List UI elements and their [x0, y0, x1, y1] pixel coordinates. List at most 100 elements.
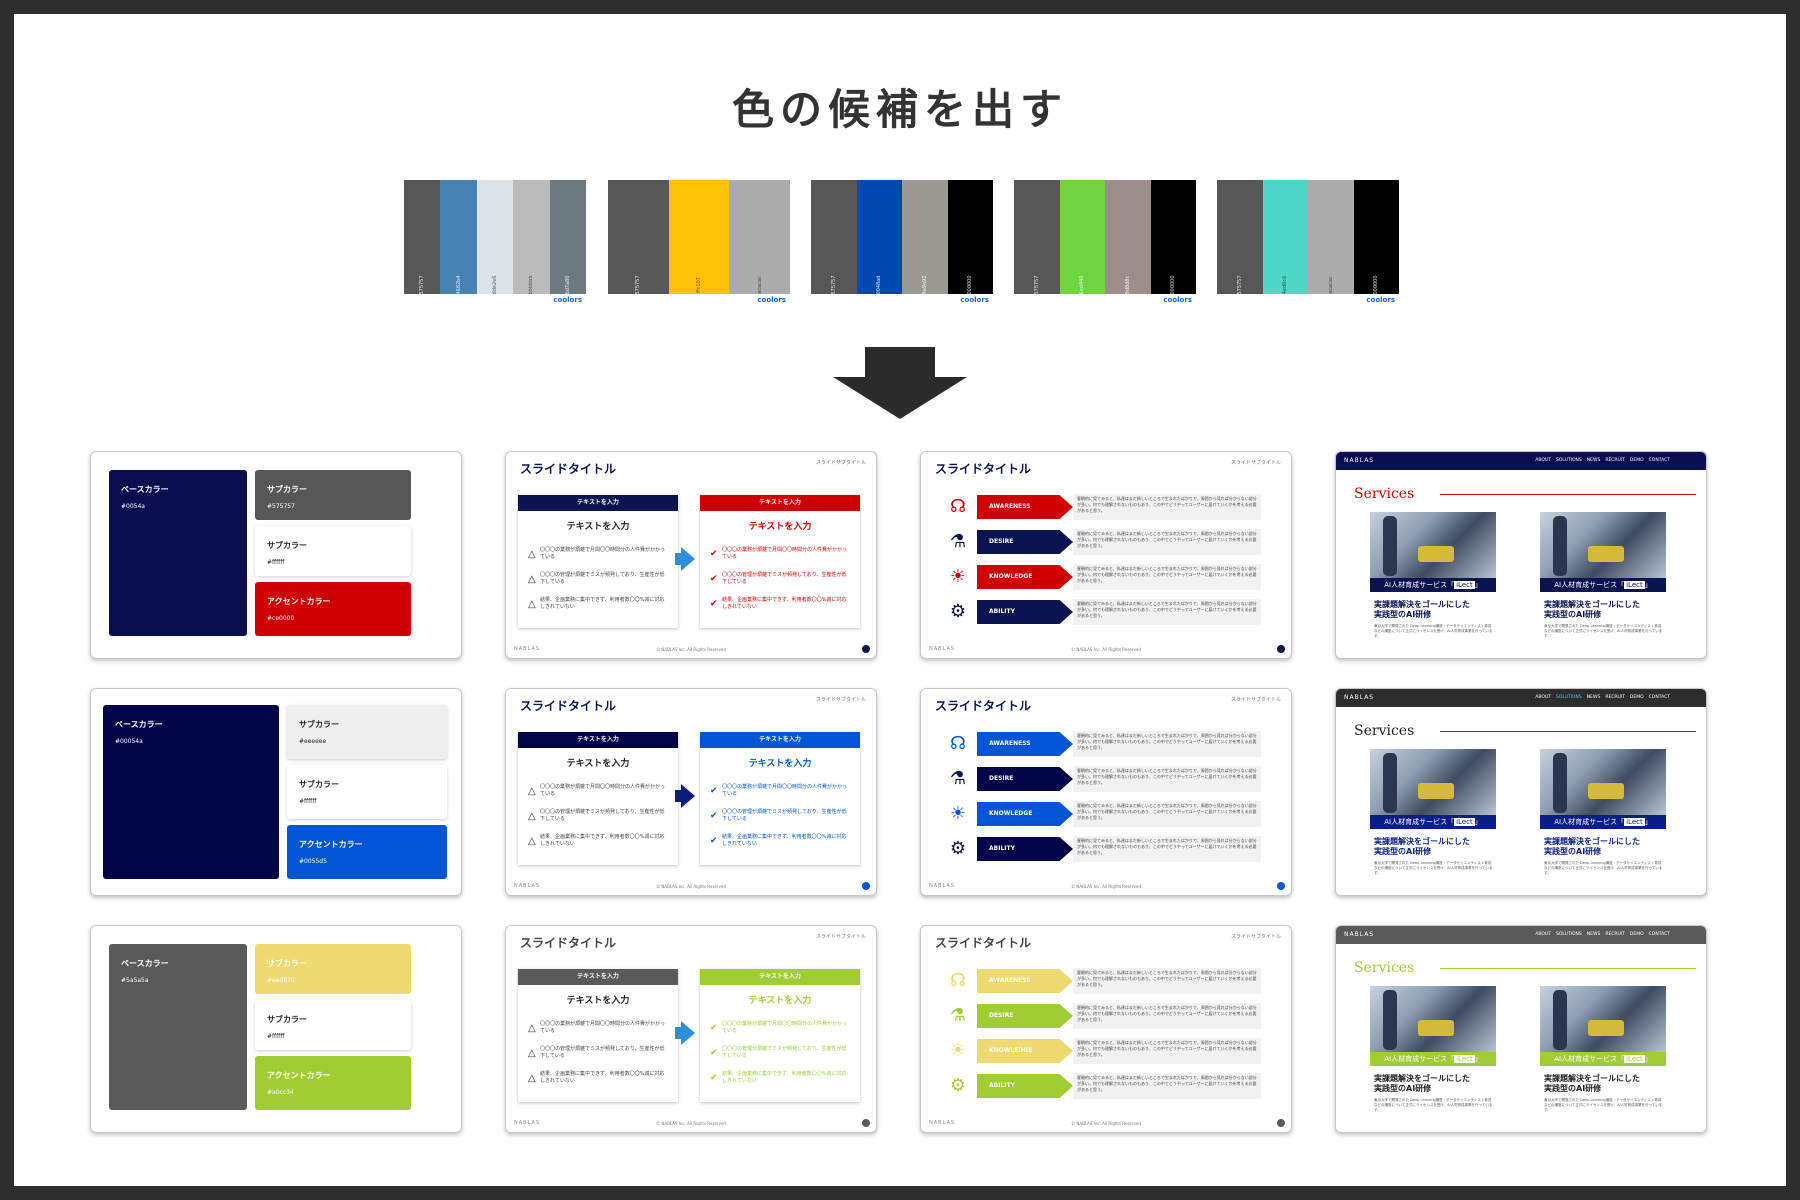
nav-link-about[interactable]: ABOUT	[1535, 458, 1551, 463]
service-photo	[1540, 512, 1666, 578]
box-row: △ 〇〇〇の管理が煩雑でミスが頻発しており、生産性が低下している	[528, 809, 673, 823]
service-card[interactable]: AI人材育成サービス「 iLect」実課題解決をゴールにした 実践型のAI研修 東京大…	[1540, 986, 1666, 1113]
palette-card[interactable]: 575757 0048ad 9a9a92 000000 coolors	[811, 180, 993, 308]
page-number-dot	[1277, 1119, 1285, 1127]
palette-swatch[interactable]: 575757	[1217, 180, 1263, 295]
comparison-slide: スライドタイトル スライドサブタイトル NABLAS © NABLAS Inc. Al…	[505, 451, 877, 659]
palette-card[interactable]: 575757 ffc107 acacac coolors	[608, 180, 791, 308]
palette-swatch[interactable]: acacac	[729, 180, 791, 294]
palette-swatch[interactable]: 9a9a92	[902, 180, 948, 294]
palette-swatch[interactable]: dde2e6	[476, 180, 514, 294]
arrow-down-icon	[833, 347, 967, 419]
site-logo[interactable]: NABLAS	[1344, 694, 1374, 701]
palette-swatch[interactable]: 4682b4	[440, 180, 477, 295]
nav-link-news[interactable]: NEWS	[1587, 695, 1601, 700]
swatch-value: #ce0000	[267, 615, 295, 622]
palette-swatch[interactable]: 0048ad	[856, 180, 902, 294]
nav-link-recruit[interactable]: RECRUIT	[1605, 695, 1625, 700]
site-logo[interactable]: NABLAS	[1344, 457, 1374, 464]
box-subtitle: テキストを入力	[748, 996, 812, 1006]
nav-link-solutions[interactable]: SOLUTIONS	[1556, 458, 1582, 463]
step-label: KNOWLEDGE	[989, 810, 1033, 817]
service-title-line2: 実践型のAI研修	[1544, 1084, 1602, 1093]
check-circle-icon: ✔	[710, 1047, 718, 1058]
nav-link-recruit[interactable]: RECRUIT	[1605, 932, 1625, 937]
palette-swatch[interactable]: 000000	[1150, 180, 1196, 295]
palette-swatch[interactable]: 575757	[404, 180, 441, 295]
palette-swatch[interactable]: 575757	[608, 180, 669, 295]
box-row: △ 結果、企画業務に集中できず、利用者数〇〇%減に対応しきれていない	[528, 834, 673, 848]
service-title: 実課題解決をゴールにした 実践型のAI研修	[1370, 837, 1496, 857]
service-card[interactable]: AI人材育成サービス「 iLect」実課題解決をゴールにした 実践型のAI研修 東京大…	[1370, 749, 1496, 876]
nav-link-demo[interactable]: DEMO	[1630, 458, 1644, 463]
swatch-hex: bbbbbb	[528, 275, 535, 295]
swatch-hex: 9a9a92	[921, 275, 928, 295]
nav-link-contact[interactable]: CONTACT	[1649, 932, 1670, 937]
row-text: 〇〇〇の業務が煩雑で月間〇〇時間分の人件費がかかっている	[540, 784, 666, 797]
section-heading: Services	[1354, 486, 1415, 502]
palette-swatch[interactable]: 9d8d8c	[1105, 180, 1151, 294]
page-number-dot	[1277, 882, 1285, 890]
slide-title: スライドタイトル	[935, 699, 1032, 713]
box-subtitle: テキストを入力	[748, 522, 812, 532]
step-chevron: KNOWLEDGE	[977, 802, 1073, 826]
palette-swatch[interactable]: acacac	[1308, 180, 1354, 294]
color-swatch-card: ベースカラー #0054a サブカラー #575757 サブカラー #ffffff アクセン…	[90, 451, 462, 659]
nav-link-news[interactable]: NEWS	[1587, 932, 1601, 937]
service-card[interactable]: AI人材育成サービス「 iLect」実課題解決をゴールにした 実践型のAI研修 東京大…	[1540, 749, 1666, 876]
palette-swatch[interactable]: 000000	[947, 180, 993, 295]
service-photo	[1540, 749, 1666, 815]
nav-link-news[interactable]: NEWS	[1587, 458, 1601, 463]
palette-swatch[interactable]: 575757	[811, 180, 857, 295]
arrow-right-icon	[681, 547, 695, 571]
gear-icon: ⚙	[949, 1075, 967, 1096]
swatch-sub1: サブカラー #eed870	[255, 944, 411, 994]
check-circle-icon: ✔	[710, 810, 718, 821]
nav-link-demo[interactable]: DEMO	[1630, 695, 1644, 700]
service-description: 東京大学で開発された Deep Learning講座・データサイエンティスト育成…	[1544, 1098, 1663, 1112]
box-row: ✔ 〇〇〇の業務が煩雑で月間〇〇時間分の人件費がかかっている	[710, 784, 855, 798]
palette-swatch[interactable]: bbbbbb	[513, 180, 550, 295]
band-prefix: AI人材育成サービス「	[1554, 581, 1625, 589]
check-circle-icon: ✔	[710, 548, 718, 559]
palette-swatch[interactable]: 575757	[1014, 180, 1060, 295]
row-text: 結果、企画業務に集中できず、利用者数〇〇%減に対応しきれていない	[722, 597, 847, 610]
service-photo	[1370, 512, 1496, 578]
palette-swatch[interactable]: 6d7a80	[549, 180, 587, 294]
swatch-hex: 000000	[1170, 275, 1177, 295]
palette-card[interactable]: 575757 6ed440 9d8d8c 000000 coolors	[1014, 180, 1196, 308]
site-logo[interactable]: NABLAS	[1344, 931, 1374, 938]
slide-title: スライドタイトル	[520, 699, 617, 713]
service-card[interactable]: AI人材育成サービス「 iLect」実課題解決をゴールにした 実践型のAI研修 東京大…	[1370, 512, 1496, 639]
microscope-icon: ⚗	[949, 1005, 967, 1026]
service-title-line2: 実践型のAI研修	[1544, 847, 1602, 856]
step-description: 客観的に見てみると、私達はまだ新しいところで生まれたばかりで、周囲から見れば分か…	[1073, 494, 1261, 520]
swatch-hex: 575757	[1033, 275, 1040, 295]
slide-subtitle: スライドサブタイトル	[1230, 934, 1281, 940]
palette-strip: 575757 0048ad 9a9a92 000000	[811, 180, 993, 295]
nav-link-demo[interactable]: DEMO	[1630, 932, 1644, 937]
palette-swatch[interactable]: ffc107	[668, 180, 730, 294]
nav-link-about[interactable]: ABOUT	[1535, 695, 1551, 700]
nav-link-solutions[interactable]: SOLUTIONS	[1556, 932, 1582, 937]
swatch-sub2: サブカラー #ffffff	[255, 526, 411, 576]
swatch-base: ベースカラー #5a5a5a	[109, 944, 247, 1110]
nav-link-about[interactable]: ABOUT	[1535, 932, 1551, 937]
palette-swatch[interactable]: 6ed440	[1059, 180, 1105, 294]
nav-link-solutions[interactable]: SOLUTIONS	[1556, 695, 1582, 700]
microscope-icon: ⚗	[949, 768, 967, 789]
aidma-step: ⚙ ABILITY 客観的に見てみると、私達はまだ新しいところで生まれたばかりで、周…	[945, 834, 1261, 864]
nav-link-recruit[interactable]: RECRUIT	[1605, 458, 1625, 463]
palette-card[interactable]: 575757 4682b4 dde2e6 bbbbbb 6d7a80 coolors	[404, 180, 587, 308]
service-card[interactable]: AI人材育成サービス「 iLect」実課題解決をゴールにした 実践型のAI研修 東京大…	[1540, 512, 1666, 639]
palette-swatch[interactable]: 4ed6c6	[1262, 180, 1308, 294]
nav-link-contact[interactable]: CONTACT	[1649, 458, 1670, 463]
slide-subtitle: スライドサブタイトル	[1230, 697, 1281, 703]
palette-swatch[interactable]: 000000	[1353, 180, 1399, 295]
nav-link-contact[interactable]: CONTACT	[1649, 695, 1670, 700]
swatch-hex: 575757	[419, 275, 426, 295]
coolors-logo: coolors	[1163, 296, 1192, 304]
palette-footer: coolors	[404, 294, 586, 308]
palette-card[interactable]: 575757 4ed6c6 acacac 000000 coolors	[1217, 180, 1399, 308]
service-card[interactable]: AI人材育成サービス「 iLect」実課題解決をゴールにした 実践型のAI研修 東京大…	[1370, 986, 1496, 1113]
